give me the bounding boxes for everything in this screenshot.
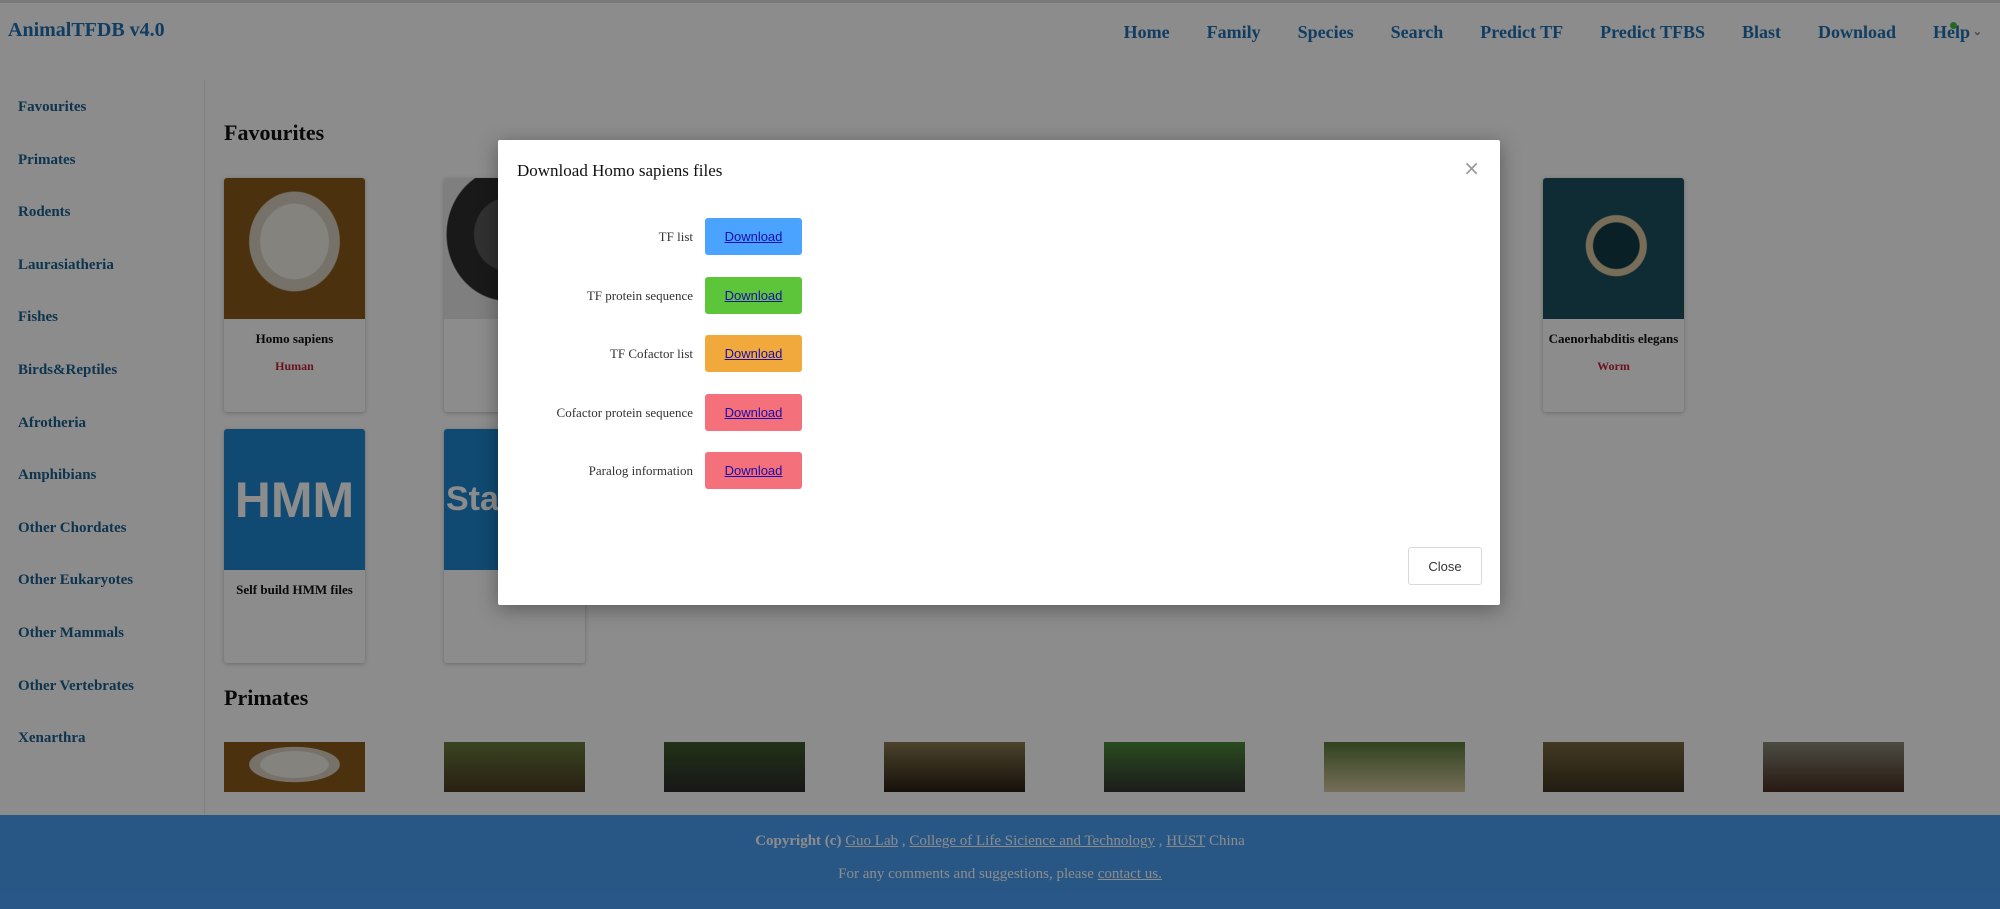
download-label-tf-cofactor-list: TF Cofactor list [609, 346, 693, 361]
download-label-tf-list: TF list [658, 229, 693, 244]
download-button-tf-protein-sequence[interactable]: Download [705, 277, 802, 314]
download-button-paralog-information[interactable]: Download [705, 452, 802, 489]
download-button-tf-cofactor-list[interactable]: Download [705, 335, 802, 372]
modal-title: Download Homo sapiens files [517, 161, 723, 180]
download-label-paralog-information: Paralog information [588, 463, 693, 478]
download-modal: Download Homo sapiens files × TF list Do… [498, 140, 1500, 605]
close-icon[interactable]: × [1463, 156, 1480, 180]
close-button[interactable]: Close [1408, 547, 1482, 585]
download-label-cofactor-protein-sequence: Cofactor protein sequence [556, 405, 693, 420]
download-button-tf-list[interactable]: Download [705, 218, 802, 255]
download-button-cofactor-protein-sequence[interactable]: Download [705, 394, 802, 431]
download-label-tf-protein-sequence: TF protein sequence [586, 288, 693, 303]
